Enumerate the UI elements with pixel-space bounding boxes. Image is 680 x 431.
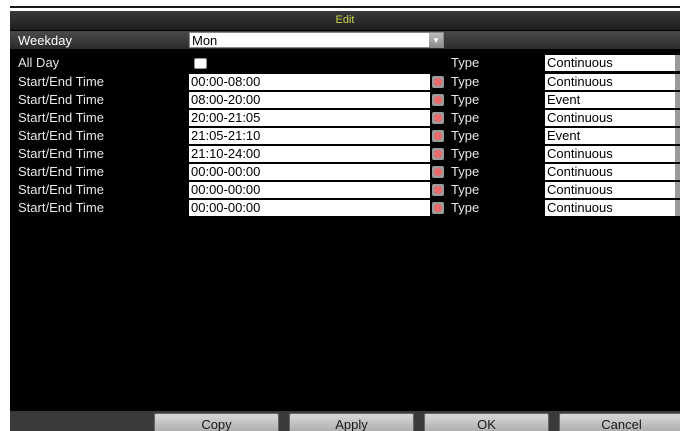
time-range-input[interactable]: 00:00-00:00 xyxy=(189,200,430,216)
start-end-time-label: Start/End Time xyxy=(18,146,104,161)
weekday-value: Mon xyxy=(192,33,218,48)
type-label: Type xyxy=(451,200,480,215)
start-end-time-label: Start/End Time xyxy=(18,200,104,215)
time-range-input[interactable]: 08:00-20:00 xyxy=(189,92,430,108)
schedule-row: Start/End Time 00:00-00:00 Type Continuous xyxy=(10,163,680,181)
chevron-down-icon[interactable] xyxy=(675,92,680,108)
type-label: Type xyxy=(451,128,480,143)
type-select[interactable]: Continuous xyxy=(545,200,680,216)
schedule-row: Start/End Time 00:00-00:00 Type Continuous xyxy=(10,199,680,217)
schedule-row: Start/End Time 21:10-24:00 Type Continuous xyxy=(10,145,680,163)
chevron-down-icon[interactable] xyxy=(675,110,680,126)
chevron-down-icon[interactable] xyxy=(675,200,680,216)
clock-icon[interactable] xyxy=(432,130,444,142)
schedule-row: Start/End Time 08:00-20:00 Type Event xyxy=(10,91,680,109)
start-end-time-label: Start/End Time xyxy=(18,182,104,197)
type-label: Type xyxy=(451,182,480,197)
schedule-row: Start/End Time 00:00-00:00 Type Continuous xyxy=(10,181,680,199)
type-value: Continuous xyxy=(547,74,613,89)
type-label: Type xyxy=(451,74,480,89)
type-value: Continuous xyxy=(547,182,613,197)
weekday-label: Weekday xyxy=(18,33,72,48)
clock-icon[interactable] xyxy=(432,202,444,214)
clock-icon[interactable] xyxy=(432,184,444,196)
chevron-down-icon[interactable] xyxy=(675,146,680,162)
time-range-input[interactable]: 21:05-21:10 xyxy=(189,128,430,144)
all-day-row: All Day Type Continuous xyxy=(10,54,680,72)
clock-icon[interactable] xyxy=(432,112,444,124)
time-range-input[interactable]: 00:00-00:00 xyxy=(189,182,430,198)
top-strip xyxy=(0,0,680,11)
chevron-down-icon[interactable] xyxy=(675,182,680,198)
type-value: Continuous xyxy=(547,200,613,215)
type-value: Continuous xyxy=(547,55,613,70)
type-label: Type xyxy=(451,92,480,107)
start-end-time-label: Start/End Time xyxy=(18,164,104,179)
time-range-input[interactable]: 21:10-24:00 xyxy=(189,146,430,162)
top-divider xyxy=(10,6,680,8)
dialog-title: Edit xyxy=(10,11,680,30)
schedule-row: Start/End Time 20:00-21:05 Type Continuous xyxy=(10,109,680,127)
time-range-input[interactable]: 00:00-08:00 xyxy=(189,74,430,90)
button-bar: Copy Apply OK Cancel xyxy=(10,411,680,431)
clock-icon[interactable] xyxy=(432,94,444,106)
type-label: Type xyxy=(451,164,480,179)
chevron-down-icon[interactable] xyxy=(675,164,680,180)
type-select[interactable]: Event xyxy=(545,128,680,144)
weekday-select[interactable]: Mon ▼ xyxy=(189,32,444,48)
schedule-row: Start/End Time 21:05-21:10 Type Event xyxy=(10,127,680,145)
type-value: Continuous xyxy=(547,146,613,161)
type-select[interactable]: Continuous xyxy=(545,164,680,180)
clock-icon[interactable] xyxy=(432,76,444,88)
type-select[interactable]: Event xyxy=(545,92,680,108)
type-select[interactable]: Continuous xyxy=(545,110,680,126)
clock-icon[interactable] xyxy=(432,148,444,160)
cancel-button[interactable]: Cancel xyxy=(559,413,680,431)
type-value: Event xyxy=(547,92,581,107)
time-range-input[interactable]: 00:00-00:00 xyxy=(189,164,430,180)
type-value: Continuous xyxy=(547,110,613,125)
start-end-time-label: Start/End Time xyxy=(18,128,104,143)
all-day-label: All Day xyxy=(18,55,60,70)
type-label: Type xyxy=(451,146,480,161)
schedule-row: Start/End Time 00:00-08:00 Type Continuous xyxy=(10,73,680,91)
apply-button[interactable]: Apply xyxy=(289,413,414,431)
type-select[interactable]: Continuous xyxy=(545,74,680,90)
chevron-down-icon[interactable] xyxy=(675,55,680,71)
type-value: Event xyxy=(547,128,581,143)
type-select[interactable]: Continuous xyxy=(545,55,680,71)
type-label: Type xyxy=(451,110,480,125)
weekday-row: Weekday Mon ▼ xyxy=(10,31,680,49)
type-value: Continuous xyxy=(547,164,613,179)
start-end-time-label: Start/End Time xyxy=(18,92,104,107)
chevron-down-icon[interactable] xyxy=(675,74,680,90)
type-label: Type xyxy=(451,55,480,70)
type-select[interactable]: Continuous xyxy=(545,146,680,162)
clock-icon[interactable] xyxy=(432,166,444,178)
ok-button[interactable]: OK xyxy=(424,413,549,431)
chevron-down-icon[interactable] xyxy=(675,128,680,144)
edit-dialog: Edit Weekday Mon ▼ All Day Type Continuo… xyxy=(10,11,680,431)
chevron-down-icon[interactable]: ▼ xyxy=(429,33,443,47)
copy-button[interactable]: Copy xyxy=(154,413,279,431)
time-range-input[interactable]: 20:00-21:05 xyxy=(189,110,430,126)
all-day-checkbox[interactable] xyxy=(194,58,207,69)
start-end-time-label: Start/End Time xyxy=(18,110,104,125)
type-select[interactable]: Continuous xyxy=(545,182,680,198)
start-end-time-label: Start/End Time xyxy=(18,74,104,89)
